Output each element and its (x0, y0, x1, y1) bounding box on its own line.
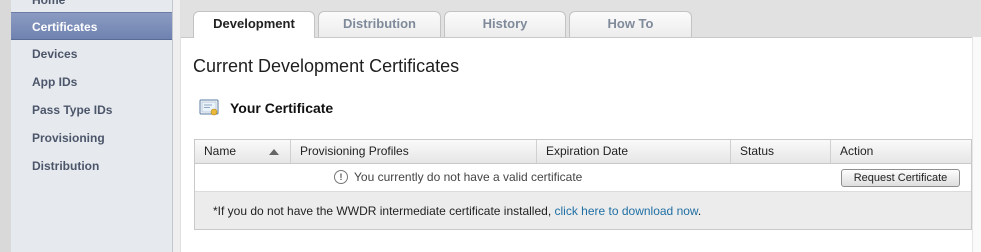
tab-distribution[interactable]: Distribution (318, 11, 441, 37)
sidebar-item-distribution[interactable]: Distribution (11, 152, 172, 180)
certificates-table: Name Provisioning Profiles Expiration Da… (194, 139, 972, 230)
wwdr-notice-text: *If you do not have the WWDR intermediat… (213, 204, 555, 218)
sidebar-item-pass-type-ids[interactable]: Pass Type IDs (11, 96, 172, 124)
sort-ascending-icon[interactable] (269, 149, 279, 155)
section-title: Your Certificate (230, 100, 334, 116)
column-header-name[interactable]: Name (195, 140, 290, 163)
sidebar-item-devices[interactable]: Devices (11, 40, 172, 68)
download-wwdr-link[interactable]: click here to download now (555, 204, 698, 218)
tab-how-to[interactable]: How To (569, 11, 692, 37)
table-row: ! You currently do not have a valid certi… (195, 164, 971, 192)
sidebar-item-certificates[interactable]: Certificates (11, 12, 172, 40)
wwdr-notice-suffix: . (697, 204, 702, 218)
tab-bar: Development Distribution History How To (181, 0, 981, 38)
sidebar: Home Certificates Devices App IDs Pass T… (11, 0, 173, 252)
sidebar-item-app-ids[interactable]: App IDs (11, 68, 172, 96)
column-header-label: Name (204, 144, 237, 158)
no-certificate-notice: ! You currently do not have a valid certi… (334, 169, 583, 185)
table-header: Name Provisioning Profiles Expiration Da… (195, 140, 971, 164)
column-header-action: Action (830, 140, 971, 163)
content-right-edge (972, 37, 981, 252)
window-left-edge (0, 0, 11, 252)
notice-text: You currently do not have a valid certif… (354, 170, 583, 184)
page-title: Current Development Certificates (193, 56, 460, 76)
tab-development[interactable]: Development (193, 11, 315, 38)
wwdr-footer: *If you do not have the WWDR intermediat… (195, 192, 971, 229)
column-header-status[interactable]: Status (730, 140, 830, 163)
request-certificate-button[interactable]: Request Certificate (841, 169, 960, 187)
wwdr-notice: *If you do not have the WWDR intermediat… (213, 204, 701, 218)
sidebar-item-provisioning[interactable]: Provisioning (11, 124, 172, 152)
sidebar-gutter (173, 0, 181, 252)
certificate-icon (199, 99, 219, 116)
tab-history[interactable]: History (444, 11, 566, 37)
column-header-provisioning-profiles[interactable]: Provisioning Profiles (290, 140, 536, 163)
column-header-expiration-date[interactable]: Expiration Date (536, 140, 730, 163)
exclamation-circle-icon: ! (334, 169, 348, 184)
